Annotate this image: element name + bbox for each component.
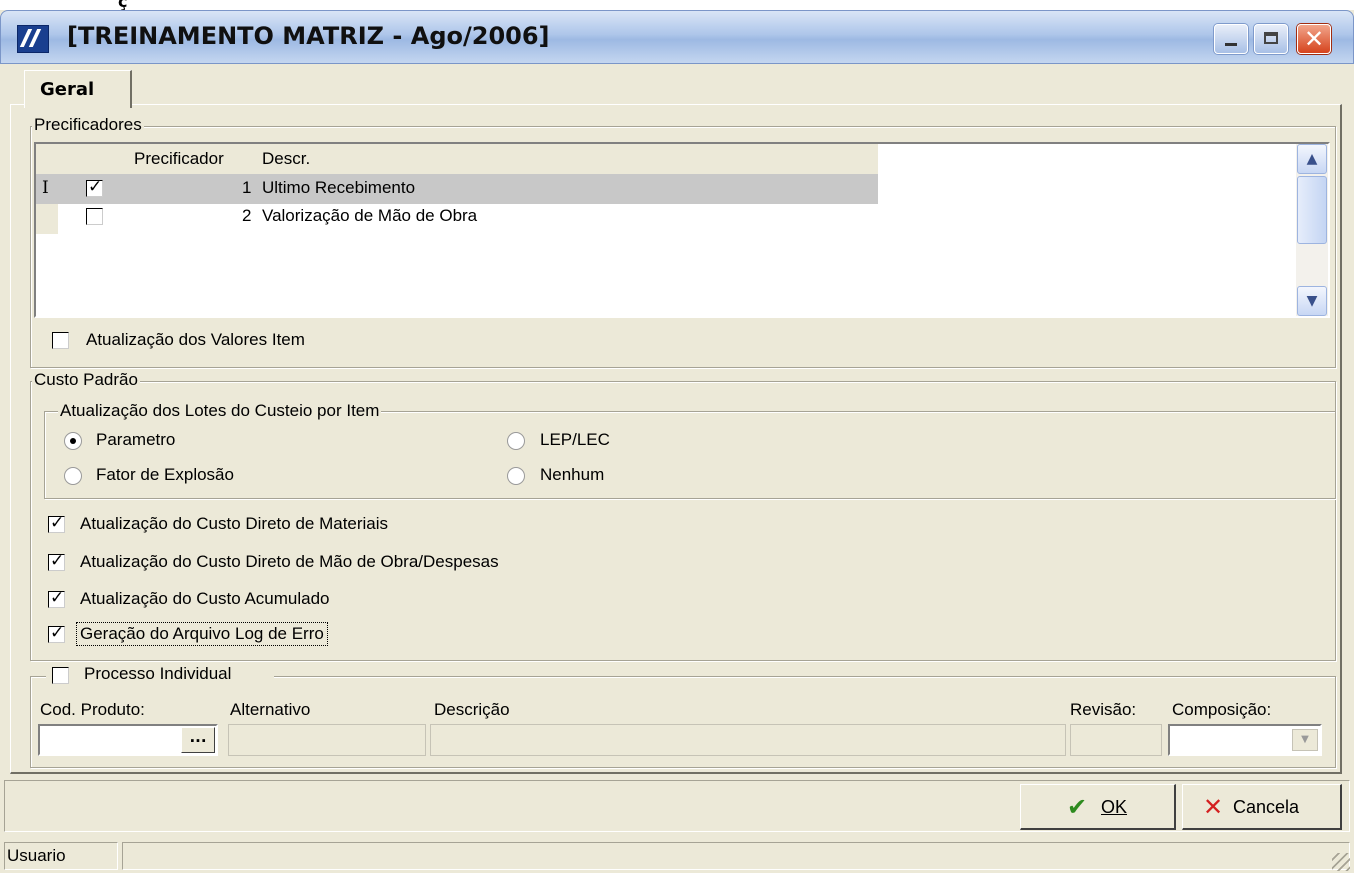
grid-header: Precificador Descr. — [36, 144, 878, 175]
tab-geral[interactable]: Geral — [24, 70, 132, 108]
app-icon — [17, 25, 49, 53]
check-custo-mao-obra-label[interactable]: Atualização do Custo Direto de Mão de Ob… — [80, 552, 499, 572]
custo-padrao-title: Custo Padrão — [32, 370, 140, 390]
status-user-cell: Usuario — [4, 842, 118, 870]
maximize-icon — [1264, 32, 1278, 44]
window-title: [TREINAMENTO MATRIZ - Ago/2006] — [67, 22, 550, 50]
browse-button[interactable]: ... — [181, 727, 215, 753]
cod-produto-label: Cod. Produto: — [40, 700, 145, 719]
alternativo-input — [228, 724, 426, 756]
top-strip: ç — [0, 0, 1354, 11]
scroll-down-button[interactable]: ▼ — [1297, 286, 1327, 316]
cancel-button[interactable]: ✕ Cancela — [1182, 784, 1342, 830]
radio-lep-lec[interactable] — [507, 432, 525, 450]
check-custo-acumulado[interactable]: ✓ — [48, 588, 65, 608]
radio-parametro-label[interactable]: Parametro — [96, 430, 175, 450]
radio-fator-explosao[interactable] — [64, 467, 82, 485]
grid-row[interactable]: 2 Valorização de Mão de Obra — [36, 204, 878, 234]
check-custo-materiais-label[interactable]: Atualização do Custo Direto de Materiais — [80, 514, 388, 534]
radio-nenhum[interactable] — [507, 467, 525, 485]
check-log-erro-label[interactable]: Geração do Arquivo Log de Erro — [76, 622, 328, 646]
revisao-input — [1070, 724, 1162, 756]
precificadores-title: Precificadores — [32, 115, 144, 135]
radio-lep-lec-label[interactable]: LEP/LEC — [540, 430, 610, 450]
radio-nenhum-label[interactable]: Nenhum — [540, 465, 604, 485]
check-icon: ✓ — [88, 177, 103, 197]
processo-checkbox[interactable] — [52, 667, 69, 684]
row-indicator: I — [42, 178, 49, 198]
check-icon: ✔ — [1067, 794, 1088, 821]
vertical-scrollbar[interactable]: ▲ ▼ — [1296, 144, 1328, 316]
radio-parametro[interactable] — [64, 432, 82, 450]
main-window: ç [TREINAMENTO MATRIZ - Ago/2006] ✕ Gera… — [0, 0, 1354, 873]
chevron-down-icon[interactable]: ▼ — [1292, 729, 1318, 751]
check-icon: ✓ — [50, 551, 65, 571]
row-checkbox[interactable] — [86, 208, 103, 225]
resize-grip-icon[interactable] — [1332, 853, 1350, 871]
grid-row[interactable]: I ✓ 1 Ultimo Recebimento — [36, 174, 878, 204]
composicao-label: Composição: — [1172, 700, 1272, 719]
row-number: 2 — [242, 206, 252, 225]
close-icon: ✕ — [1304, 25, 1325, 53]
maximize-button[interactable] — [1254, 24, 1288, 54]
lotes-title: Atualização dos Lotes do Custeio por Ite… — [58, 401, 382, 421]
check-custo-materiais[interactable]: ✓ — [48, 513, 65, 533]
cancel-icon: ✕ — [1203, 794, 1224, 821]
status-user: Usuario — [7, 846, 66, 865]
row-checkbox[interactable]: ✓ — [86, 177, 103, 197]
title-bar[interactable]: [TREINAMENTO MATRIZ - Ago/2006] ✕ — [0, 10, 1354, 64]
row-descr: Valorização de Mão de Obra — [262, 206, 478, 225]
close-button[interactable]: ✕ — [1297, 24, 1331, 54]
cancel-label: Cancela — [1233, 797, 1300, 817]
precificadores-grid[interactable]: Precificador Descr. I ✓ 1 Ultimo Recebim… — [34, 142, 1330, 318]
check-custo-acumulado-label[interactable]: Atualização do Custo Acumulado — [80, 589, 330, 609]
col-precificador[interactable]: Precificador — [134, 149, 224, 169]
ok-label: OK — [1101, 797, 1128, 817]
scroll-up-button[interactable]: ▲ — [1297, 144, 1327, 174]
radio-fator-explosao-label[interactable]: Fator de Explosão — [96, 465, 234, 485]
row-number: 1 — [242, 178, 252, 197]
col-descr[interactable]: Descr. — [262, 149, 310, 169]
status-main-cell — [122, 842, 1350, 870]
check-log-erro[interactable]: ✓ — [48, 623, 65, 643]
check-icon: ✓ — [50, 513, 65, 533]
ok-button[interactable]: ✔ OK — [1020, 784, 1176, 830]
radio-dot — [70, 438, 76, 444]
composicao-select[interactable]: ▼ — [1168, 724, 1322, 756]
revisao-label: Revisão: — [1070, 700, 1137, 719]
scroll-thumb[interactable] — [1297, 176, 1327, 244]
check-icon: ✓ — [50, 623, 65, 643]
check-custo-mao-obra[interactable]: ✓ — [48, 551, 65, 571]
minimize-button[interactable] — [1214, 24, 1248, 54]
row-descr: Ultimo Recebimento — [262, 178, 416, 197]
tab-geral-label: Geral — [40, 79, 95, 100]
check-icon: ✓ — [50, 588, 65, 608]
processo-title[interactable]: Processo Individual — [84, 664, 231, 684]
alternativo-label: Alternativo — [230, 700, 311, 719]
descricao-label: Descrição — [434, 700, 510, 719]
status-bar: Usuario — [0, 838, 1354, 873]
descricao-input — [430, 724, 1066, 756]
update-values-checkbox[interactable] — [52, 332, 69, 349]
lotes-group — [44, 411, 1336, 499]
update-values-label[interactable]: Atualização dos Valores Item — [86, 330, 305, 350]
minimize-icon — [1225, 43, 1237, 46]
cod-produto-input[interactable]: ... — [38, 724, 218, 756]
row-indicator-cell — [36, 204, 58, 234]
